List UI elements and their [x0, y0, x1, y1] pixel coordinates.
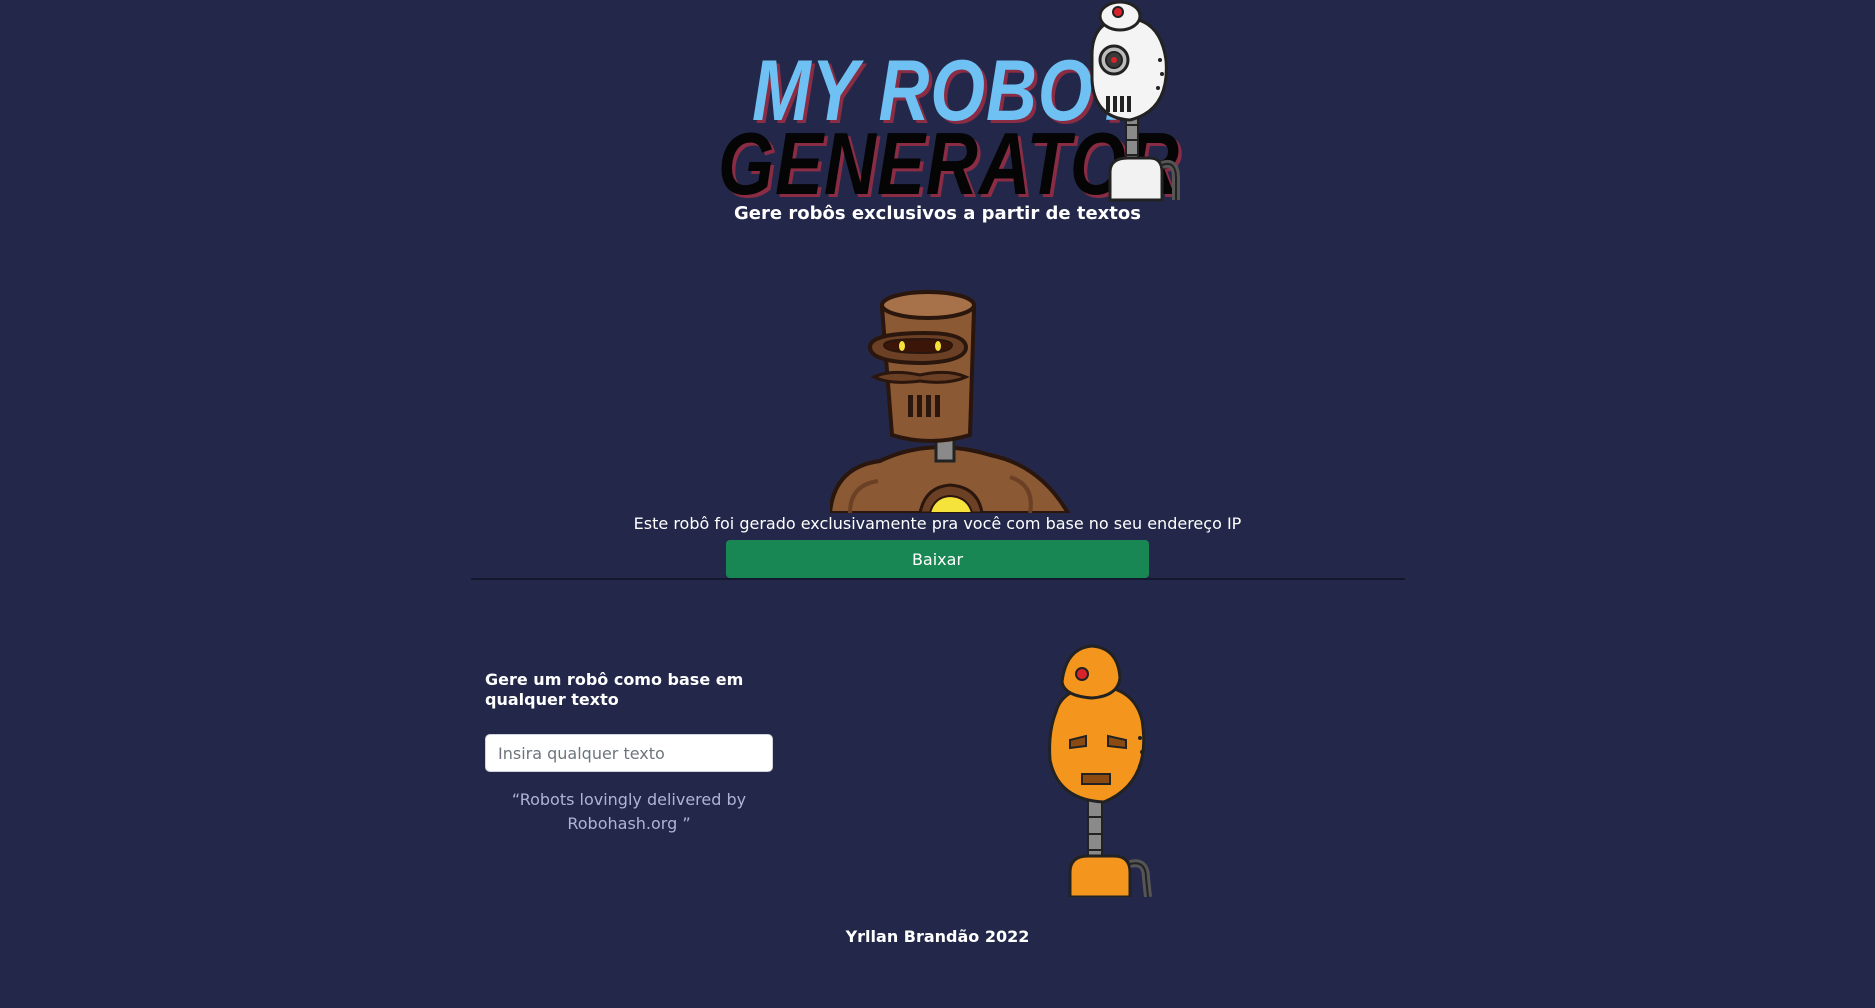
robot-text-input[interactable] [485, 734, 773, 772]
download-button[interactable]: Baixar [726, 540, 1149, 578]
robohash-credit: “Robots lovingly delivered by Robohash.o… [511, 790, 747, 833]
section-divider [471, 578, 1405, 580]
page-subtitle: Gere robôs exclusivos a partir de textos [734, 203, 1141, 224]
white-robot-icon [1090, 0, 1180, 202]
orange-robot-icon [1048, 644, 1152, 897]
footer-credit: Yrllan Brandão 2022 [845, 927, 1030, 946]
brown-robot-icon [830, 290, 1070, 513]
app-logo: MY ROBOT GENERATOR [710, 0, 1190, 208]
ip-robot-message: Este robô foi gerado exclusivamente pra … [633, 514, 1242, 533]
generator-label: Gere um robô como base em qualquer texto [485, 670, 744, 709]
